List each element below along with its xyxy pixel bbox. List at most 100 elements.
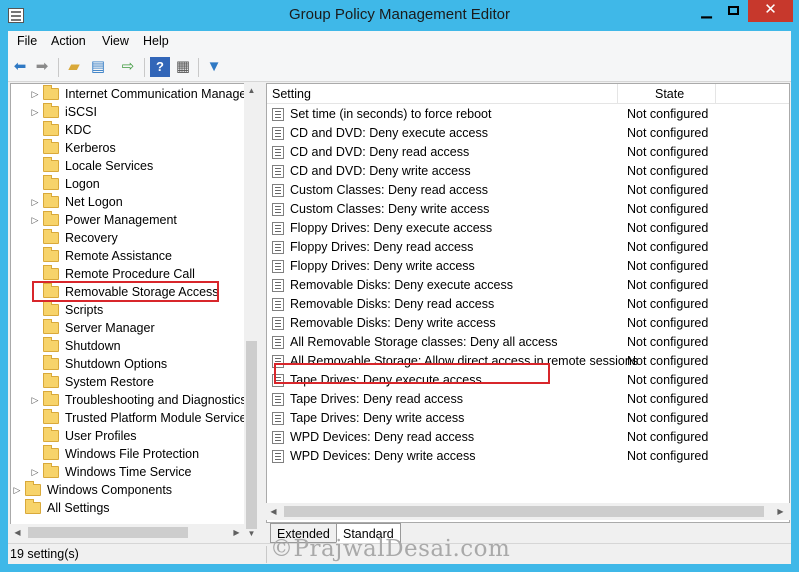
scroll-right-arrow-icon[interactable]: ▶ [773,504,788,519]
tree-item-label: Server Manager [65,321,155,335]
close-button[interactable]: ✕ [748,0,793,22]
policy-setting-icon [272,412,284,425]
policy-setting-icon [272,298,284,311]
setting-name: Floppy Drives: Deny read access [290,240,474,254]
folder-icon [43,193,59,208]
minimize-button[interactable]: ▁ [693,0,720,22]
setting-row[interactable]: Removable Disks: Deny read access Not con… [267,295,789,314]
forward-arrow-icon[interactable]: ➡ [32,57,52,77]
setting-row[interactable]: CD and DVD: Deny write access Not configu… [267,162,789,181]
setting-row[interactable]: Floppy Drives: Deny read access Not confi… [267,238,789,257]
setting-name: WPD Devices: Deny write access [290,449,476,463]
tree-vertical-scroll-thumb[interactable] [246,341,257,529]
policy-setting-icon [272,431,284,444]
list-horizontal-scrollbar[interactable]: ◀ ▶ [266,503,790,520]
tree-item-label: KDC [65,123,92,137]
setting-row[interactable]: Floppy Drives: Deny execute access Not co… [267,219,789,238]
properties-icon[interactable]: ▦ [173,57,193,77]
column-divider[interactable] [617,84,618,104]
show-hide-tree-icon[interactable]: ▤ [88,57,108,77]
column-header-setting[interactable]: Setting [272,87,311,101]
setting-row[interactable]: Removable Disks: Deny write access Not co… [267,314,789,333]
tree-item-label: Shutdown Options [65,357,168,371]
setting-row[interactable]: CD and DVD: Deny execute access Not confi… [267,124,789,143]
setting-row[interactable]: Tape Drives: Deny read access Not configu… [267,390,789,409]
tree-item-label: Locale Services [65,159,154,173]
watermark: ©PrajwalDesai.com [270,536,511,562]
filter-icon[interactable]: ▼ [204,57,224,77]
tree-item-label: User Profiles [65,429,137,443]
expand-arrow-icon[interactable]: ▷ [11,481,23,499]
expand-arrow-icon[interactable]: ▷ [29,193,41,211]
column-header-state[interactable]: State [655,87,684,101]
setting-name: CD and DVD: Deny execute access [290,126,489,140]
setting-row[interactable]: Set time (in seconds) to force reboot Not… [267,105,789,124]
menu-action[interactable]: Action [51,34,86,48]
expand-arrow-icon[interactable]: ▷ [29,85,41,103]
tree-item-label: Windows Time Service [65,465,192,479]
setting-row[interactable]: Custom Classes: Deny read access Not conf… [267,181,789,200]
policy-setting-icon [272,222,284,235]
column-divider[interactable] [715,84,716,104]
menu-view[interactable]: View [102,34,129,48]
folder-icon [43,139,59,154]
window-title: Group Policy Management Editor [289,6,510,23]
folder-icon [43,103,59,118]
tree-item-label: Power Management [65,213,177,227]
setting-name: Removable Disks: Deny write access [290,316,496,330]
setting-name: Tape Drives: Deny read access [290,392,463,406]
scroll-left-arrow-icon[interactable]: ◀ [10,525,25,540]
menu-help[interactable]: Help [143,34,169,48]
help-icon[interactable]: ? [150,57,170,77]
expand-arrow-icon[interactable]: ▷ [29,103,41,121]
setting-row[interactable]: Tape Drives: Deny write access Not config… [267,409,789,428]
setting-row[interactable]: Floppy Drives: Deny write access Not conf… [267,257,789,276]
scroll-left-arrow-icon[interactable]: ◀ [266,504,281,519]
setting-name: Removable Disks: Deny read access [290,297,495,311]
tree-pane[interactable]: ▷ Internet Communication Management ▷ iSCSI… [10,83,251,541]
back-arrow-icon[interactable]: ⬅ [10,57,30,77]
setting-state: Not configured [627,449,709,463]
folder-icon [43,427,59,442]
status-setting-count: 19 setting(s) [10,547,79,561]
export-list-icon[interactable]: ⇨ [118,57,138,77]
expand-arrow-icon[interactable]: ▷ [29,463,41,481]
settings-list-pane[interactable]: Setting State Set time (in seconds) to f… [266,83,790,523]
setting-row[interactable]: Removable Disks: Deny execute access Not … [267,276,789,295]
setting-row[interactable]: CD and DVD: Deny read access Not configur… [267,143,789,162]
tree-horizontal-scrollbar[interactable]: ◀ ▶ [10,524,246,541]
menu-bar: File Action View Help [8,31,791,53]
tree-item-label: Recovery [65,231,118,245]
scroll-up-arrow-icon[interactable]: ▲ [244,83,259,98]
folder-icon [43,355,59,370]
tree-item-label: Scripts [65,303,104,317]
folder-icon [43,463,59,478]
policy-setting-icon [272,146,284,159]
folder-icon [25,481,41,496]
setting-row[interactable]: Custom Classes: Deny write access Not con… [267,200,789,219]
expand-arrow-icon[interactable]: ▷ [29,211,41,229]
scroll-down-arrow-icon[interactable]: ▼ [244,526,259,541]
tree-item-label: Trusted Platform Module Services [65,411,251,425]
up-folder-icon[interactable]: ▰ [64,57,84,77]
title-bar[interactable]: Group Policy Management Editor ▁ ✕ [0,0,799,31]
tree-vertical-scrollbar[interactable]: ▲ ▼ [244,83,259,541]
status-divider [266,546,267,563]
setting-state: Not configured [627,278,709,292]
tree-horizontal-scroll-thumb[interactable] [28,527,188,538]
setting-row[interactable]: All Removable Storage classes: Deny all … [267,333,789,352]
tree-item-label: Internet Communication Management [65,87,250,101]
list-horizontal-scroll-thumb[interactable] [284,506,764,517]
setting-state: Not configured [627,202,709,216]
tree-item-label: Windows Components [47,483,173,497]
menu-file[interactable]: File [17,34,37,48]
expand-arrow-icon[interactable]: ▷ [29,391,41,409]
scroll-right-arrow-icon[interactable]: ▶ [229,525,244,540]
setting-state: Not configured [627,259,709,273]
folder-icon [43,409,59,424]
maximize-button[interactable] [720,0,747,22]
policy-setting-icon [272,165,284,178]
tree-item-label: Troubleshooting and Diagnostics [65,393,247,407]
setting-row[interactable]: WPD Devices: Deny write access Not config… [267,447,789,466]
setting-row[interactable]: WPD Devices: Deny read access Not configu… [267,428,789,447]
